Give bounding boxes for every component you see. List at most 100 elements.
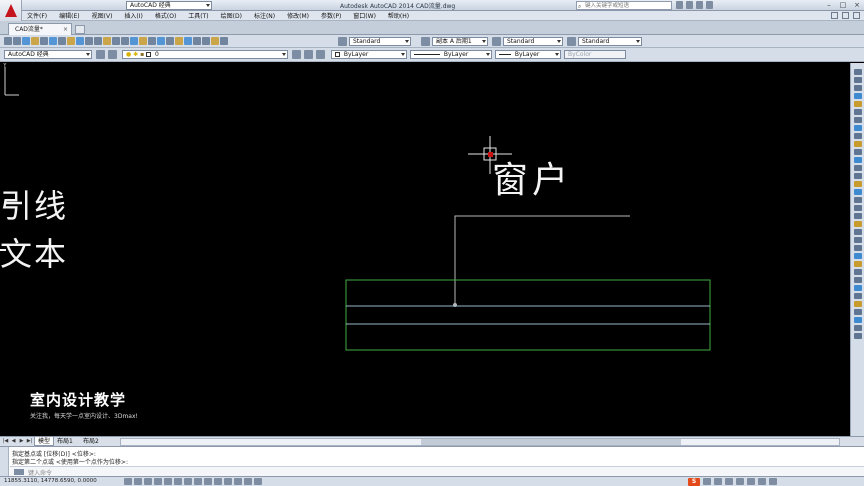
scrollbar-thumb[interactable] [421, 439, 681, 445]
close-icon[interactable]: × [850, 0, 864, 10]
doc-close-icon[interactable] [853, 12, 860, 19]
prev-layout-icon[interactable]: ◀ [10, 438, 17, 445]
menu-help[interactable]: 帮助(H) [383, 11, 416, 20]
plot-icon[interactable] [31, 37, 39, 45]
point-icon[interactable] [854, 165, 862, 171]
spline-icon[interactable] [854, 133, 862, 139]
workspace-select[interactable]: AutoCAD 经典 [4, 50, 92, 59]
mtext-icon[interactable] [854, 205, 862, 211]
cut-icon[interactable] [67, 37, 75, 45]
tab-layout1[interactable]: 布局1 [54, 437, 76, 446]
3d-object-snap-icon[interactable] [184, 478, 192, 485]
toolbar-lock-icon[interactable] [747, 478, 755, 485]
drawing-text-leader[interactable]: 引线 [0, 181, 68, 227]
region-icon[interactable] [854, 189, 862, 195]
table-style-icon[interactable] [492, 37, 501, 46]
dim-style-icon[interactable] [421, 37, 430, 46]
zoom-realtime-icon[interactable] [139, 37, 147, 45]
ellipse-icon[interactable] [854, 141, 862, 147]
break-icon[interactable] [854, 301, 862, 307]
help-icon[interactable] [706, 1, 713, 9]
application-menu-button[interactable] [0, 0, 22, 22]
publish-icon[interactable] [49, 37, 57, 45]
help-icon[interactable] [220, 37, 228, 45]
first-layout-icon[interactable]: |◀ [2, 438, 9, 445]
stretch-icon[interactable] [854, 277, 862, 283]
move-icon[interactable] [854, 253, 862, 259]
ortho-mode-icon[interactable] [154, 478, 162, 485]
last-layout-icon[interactable]: ▶| [26, 438, 33, 445]
object-snap-icon[interactable] [174, 478, 182, 485]
linetype-select[interactable]: ByLayer [410, 50, 492, 59]
keyboard-icon[interactable] [736, 478, 744, 485]
color-select[interactable]: ByLayer [331, 50, 407, 59]
text-style-select[interactable]: Standard [349, 37, 411, 46]
hatch-icon[interactable] [854, 173, 862, 179]
emoji-icon[interactable] [714, 478, 722, 485]
horizontal-scrollbar[interactable] [120, 438, 840, 446]
table-icon[interactable] [854, 197, 862, 203]
preview-icon[interactable] [40, 37, 48, 45]
layer-properties-icon[interactable] [108, 50, 117, 59]
drawing-text-window[interactable]: 窗户 [492, 151, 572, 203]
drawing-canvas[interactable]: 引线 文本 窗户 Y 室内设计教学 关注我，每天学一点室内设计、3Dmax! [0, 63, 850, 436]
exchange-icon[interactable] [696, 1, 703, 9]
layer-select[interactable]: ● ✱ ▪ 0 [122, 50, 288, 59]
dim-style-select[interactable]: 副本 A 后期1 [432, 37, 488, 46]
mleader-style-icon[interactable] [567, 37, 576, 46]
chamfer-icon[interactable] [854, 317, 862, 323]
menu-draw[interactable]: 绘图(D) [216, 11, 249, 20]
user-icon[interactable] [686, 1, 693, 9]
command-input[interactable]: 键入命令 [10, 466, 864, 477]
text-style-icon[interactable] [338, 37, 347, 46]
join-icon[interactable] [854, 309, 862, 315]
redo-icon[interactable] [121, 37, 129, 45]
arc-icon[interactable] [854, 109, 862, 115]
lineweight-select[interactable]: ByLayer [495, 50, 561, 59]
maximize-icon[interactable]: □ [836, 0, 850, 10]
fillet-icon[interactable] [854, 325, 862, 331]
3d-dwf-icon[interactable] [58, 37, 66, 45]
menu-view[interactable]: 视图(V) [87, 11, 120, 20]
undo-icon[interactable] [112, 37, 120, 45]
command-window-handle[interactable] [0, 447, 9, 477]
menu-modify[interactable]: 修改(M) [282, 11, 316, 20]
menu-parametric[interactable]: 参数(P) [316, 11, 348, 20]
table-style-select[interactable]: Standard [503, 37, 563, 46]
transparency-icon[interactable] [234, 478, 242, 485]
mirror-icon[interactable] [854, 229, 862, 235]
workspace-switcher[interactable]: AutoCAD 经典 [126, 1, 212, 10]
dynamic-ucs-icon[interactable] [204, 478, 212, 485]
properties-icon[interactable] [166, 37, 174, 45]
object-snap-tracking-icon[interactable] [194, 478, 202, 485]
zoom-window-icon[interactable] [148, 37, 156, 45]
zoom-previous-icon[interactable] [157, 37, 165, 45]
save-icon[interactable] [22, 37, 30, 45]
menu-window[interactable]: 窗口(W) [348, 11, 383, 20]
layer-previous-icon[interactable] [304, 50, 313, 59]
tab-model[interactable]: 模型 [34, 437, 55, 446]
infer-constraints-icon[interactable] [124, 478, 132, 485]
rectangle-icon[interactable] [854, 101, 862, 107]
insert-block-icon[interactable] [854, 149, 862, 155]
explode-icon[interactable] [854, 333, 862, 339]
microphone-icon[interactable] [725, 478, 733, 485]
leader-line[interactable] [454, 215, 630, 305]
grid-display-icon[interactable] [144, 478, 152, 485]
layer-state-icon[interactable] [316, 50, 325, 59]
settings-icon[interactable] [758, 478, 766, 485]
drawing-text-text[interactable]: 文本 [0, 229, 68, 275]
circle-icon[interactable] [854, 117, 862, 123]
scale-icon[interactable] [854, 269, 862, 275]
doc-minimize-icon[interactable] [831, 12, 838, 19]
markup-icon[interactable] [202, 37, 210, 45]
block-editor-icon[interactable] [103, 37, 111, 45]
array-icon[interactable] [854, 245, 862, 251]
menu-dimension[interactable]: 标注(N) [249, 11, 282, 20]
search-input[interactable]: ⌕ 键入关键字或短语 [576, 1, 672, 10]
menu-format[interactable]: 格式(O) [150, 11, 183, 20]
lineweight-toggle-icon[interactable] [224, 478, 232, 485]
paste-icon[interactable] [85, 37, 93, 45]
new-tab-button[interactable] [75, 25, 85, 34]
copy-icon[interactable] [76, 37, 84, 45]
